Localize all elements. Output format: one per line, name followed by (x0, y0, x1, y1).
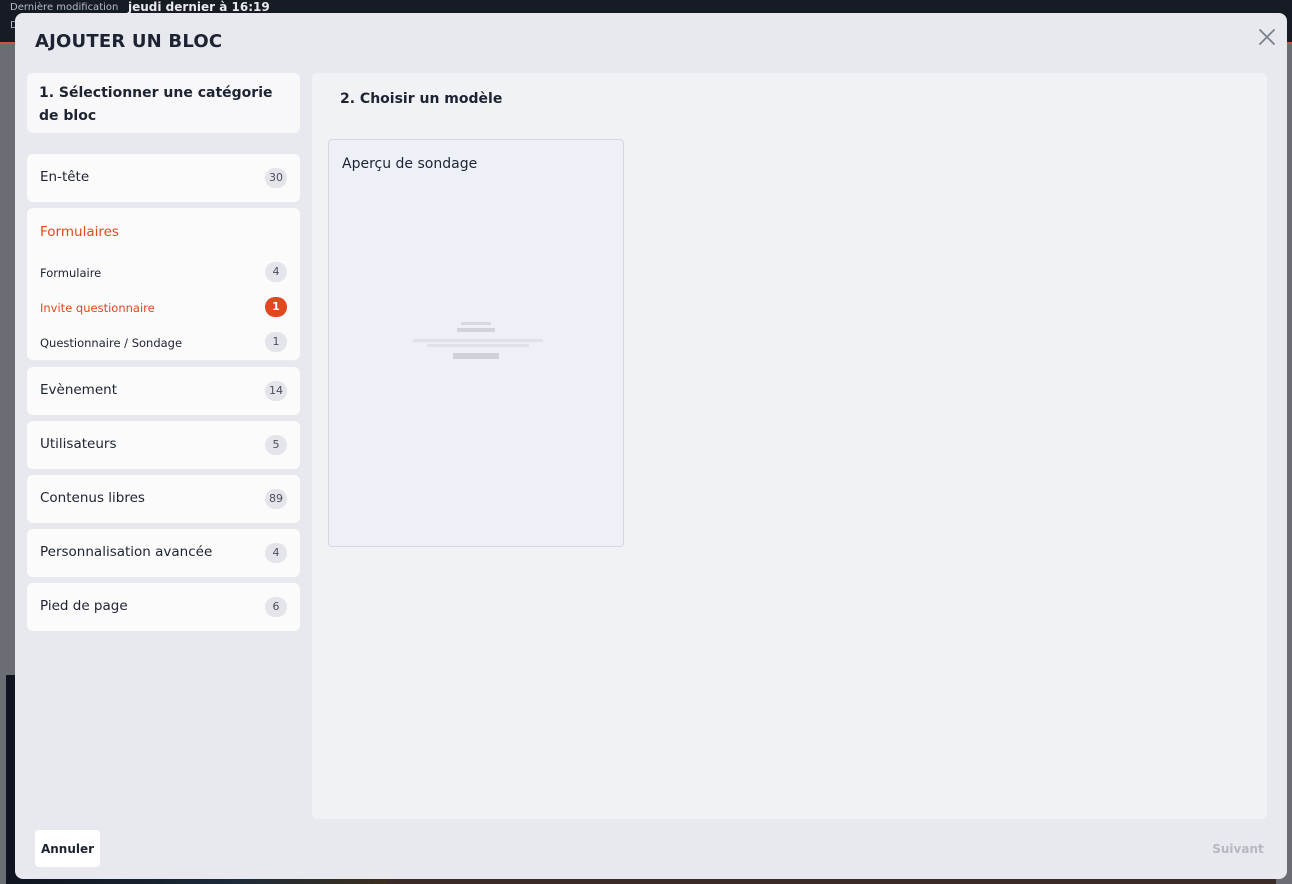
count-badge: 14 (265, 381, 287, 401)
category-contenus-libres[interactable]: Contenus libres 89 (27, 475, 300, 523)
category-label: Personnalisation avancée (40, 544, 213, 560)
subcategory-label: Questionnaire / Sondage (40, 336, 183, 350)
category-personnalisation-avancee[interactable]: Personnalisation avancée 4 (27, 529, 300, 577)
last-modified-value: jeudi dernier à 16:19 (128, 0, 270, 14)
category-formulaires: Formulaires Formulaire 4 Invite question… (27, 208, 300, 360)
category-label: Contenus libres (40, 490, 145, 506)
count-badge: 89 (265, 489, 287, 509)
template-preview-thumbnail (413, 322, 543, 364)
modal-title: AJOUTER UN BLOC (35, 31, 223, 52)
next-button[interactable]: Suivant (1203, 830, 1273, 867)
step1-header: 1. Sélectionner une catégorie de bloc (27, 73, 300, 133)
count-badge: 30 (265, 168, 287, 188)
count-badge: 4 (265, 543, 287, 563)
subcategory-label: Invite questionnaire (40, 301, 155, 315)
count-badge: 1 (265, 297, 287, 317)
category-evenement[interactable]: Evènement 14 (27, 367, 300, 415)
template-card[interactable]: Aperçu de sondage (328, 139, 624, 547)
category-pied-de-page[interactable]: Pied de page 6 (27, 583, 300, 631)
category-column: 1. Sélectionner une catégorie de bloc En… (27, 73, 300, 631)
step2-title: 2. Choisir un modèle (340, 91, 503, 107)
subcategory-label: Formulaire (40, 266, 102, 280)
category-label: Evènement (40, 382, 117, 398)
category-utilisateurs[interactable]: Utilisateurs 5 (27, 421, 300, 469)
cancel-button[interactable]: Annuler (35, 830, 100, 867)
last-modified-label: Dernière modification (10, 2, 119, 13)
count-badge: 1 (265, 332, 287, 352)
count-badge: 4 (265, 262, 287, 282)
subcategory-questionnaire-sondage[interactable]: Questionnaire / Sondage 1 (27, 328, 300, 358)
count-badge: 5 (265, 435, 287, 455)
category-label: Utilisateurs (40, 436, 117, 452)
add-block-modal: AJOUTER UN BLOC 1. Sélectionner une caté… (15, 13, 1287, 879)
category-en-tete[interactable]: En-tête 30 (27, 154, 300, 202)
template-panel: 2. Choisir un modèle Aperçu de sondage (312, 73, 1267, 819)
step1-title: 1. Sélectionner une catégorie de bloc (39, 85, 273, 124)
category-label[interactable]: Formulaires (40, 224, 119, 240)
count-badge: 6 (265, 597, 287, 617)
template-title: Aperçu de sondage (342, 156, 478, 172)
close-icon (1259, 29, 1275, 45)
category-label: En-tête (40, 169, 90, 185)
subcategory-formulaire[interactable]: Formulaire 4 (27, 258, 300, 288)
close-button[interactable] (1255, 25, 1279, 49)
subcategory-invite-questionnaire[interactable]: Invite questionnaire 1 (27, 293, 300, 323)
category-label: Pied de page (40, 598, 128, 614)
